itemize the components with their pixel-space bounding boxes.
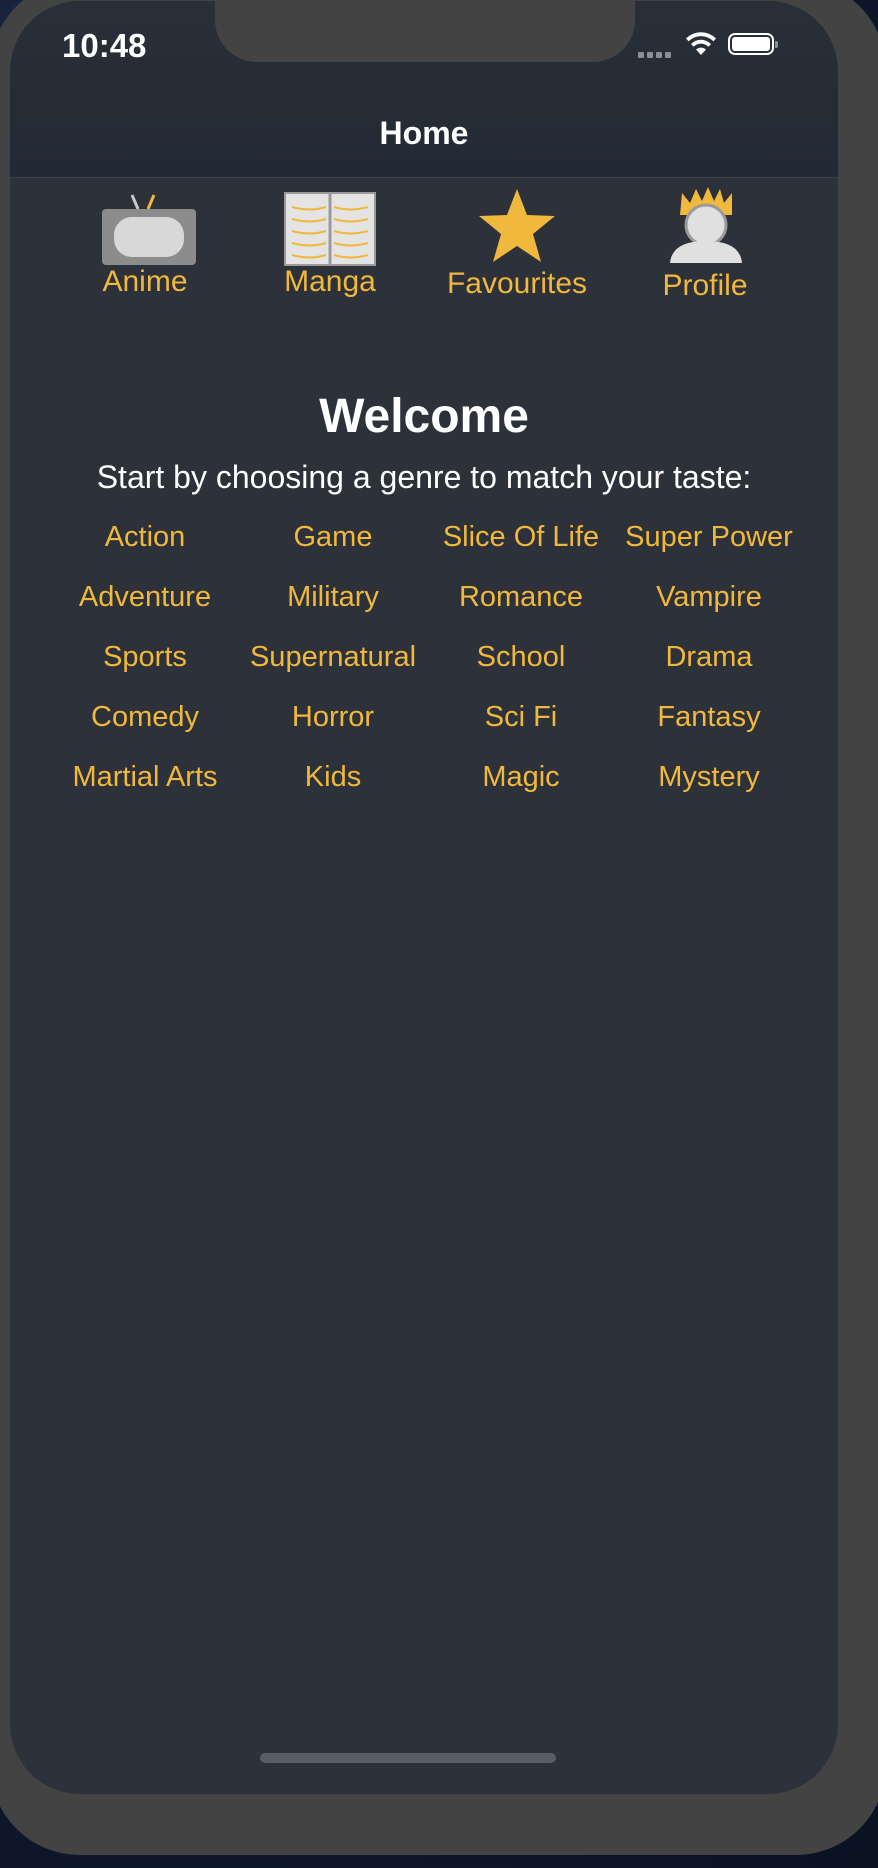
tv-icon [102, 194, 196, 265]
genre-comedy[interactable]: Comedy [40, 701, 250, 734]
tab-profile-label: Profile [662, 269, 748, 302]
genre-game[interactable]: Game [228, 521, 438, 554]
genre-military[interactable]: Military [228, 581, 438, 614]
tab-favourites-label: Favourites [446, 267, 588, 300]
tab-favourites[interactable]: Favourites [427, 177, 607, 327]
wifi-icon [686, 32, 716, 55]
genre-supernatural[interactable]: Supernatural [228, 641, 438, 674]
book-icon [284, 192, 376, 266]
genre-drama[interactable]: Drama [604, 641, 814, 674]
status-time: 10:48 [62, 27, 147, 64]
welcome-heading: Welcome [319, 390, 529, 443]
category-tabs: Anime Manga Favourites Profile [10, 177, 838, 327]
device-frame: 10:48 Home Anime Manga Favourites Profil… [0, 0, 878, 1855]
genre-slice-of-life[interactable]: Slice Of Life [416, 521, 626, 554]
genre-fantasy[interactable]: Fantasy [604, 701, 814, 734]
genre-sports[interactable]: Sports [40, 641, 250, 674]
genre-kids[interactable]: Kids [228, 761, 438, 794]
device-notch [215, 1, 635, 62]
page-title: Home [379, 115, 469, 151]
star-icon [479, 189, 555, 262]
genre-sci-fi[interactable]: Sci Fi [416, 701, 626, 734]
tab-profile[interactable]: Profile [615, 177, 795, 327]
tab-anime-label: Anime [102, 265, 188, 298]
avatar-icon [670, 187, 742, 263]
welcome-subtitle: Start by choosing a genre to match your … [96, 459, 752, 495]
tab-anime[interactable]: Anime [55, 177, 235, 327]
genre-martial-arts[interactable]: Martial Arts [40, 761, 250, 794]
genre-adventure[interactable]: Adventure [40, 581, 250, 614]
battery-icon [728, 33, 778, 55]
genre-school[interactable]: School [416, 641, 626, 674]
genre-romance[interactable]: Romance [416, 581, 626, 614]
genre-super-power[interactable]: Super Power [604, 521, 814, 554]
tab-manga-label: Manga [284, 265, 376, 298]
genre-magic[interactable]: Magic [416, 761, 626, 794]
genre-horror[interactable]: Horror [228, 701, 438, 734]
genre-action[interactable]: Action [40, 521, 250, 554]
navigation-bar: 10:48 Home [10, 1, 838, 178]
home-indicator[interactable] [260, 1753, 556, 1763]
genre-vampire[interactable]: Vampire [604, 581, 814, 614]
cellular-signal-icon [638, 45, 676, 58]
screen: 10:48 Home Anime Manga Favourites Profil… [10, 1, 838, 1794]
tab-manga[interactable]: Manga [240, 177, 420, 327]
genre-mystery[interactable]: Mystery [604, 761, 814, 794]
